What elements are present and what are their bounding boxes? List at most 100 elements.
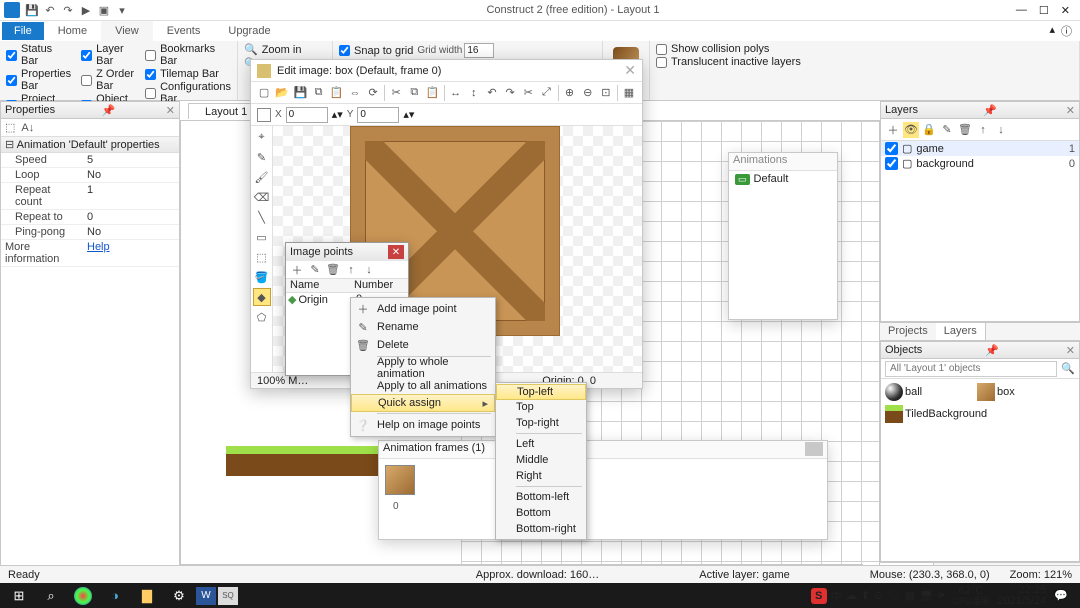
close-button[interactable]: ✕ — [1061, 4, 1070, 17]
flip-v-icon[interactable]: ↕ — [467, 85, 481, 101]
objects-search-input[interactable] — [885, 361, 1057, 377]
tray-ime-icon[interactable]: 中 — [831, 588, 842, 604]
y-input[interactable] — [357, 107, 399, 123]
sub-top-left[interactable]: Top-left — [496, 384, 586, 400]
frames-collapse-icon[interactable] — [805, 442, 823, 456]
panel-close-icon[interactable]: ✕ — [166, 104, 175, 117]
resize-icon[interactable]: ⤢ — [539, 85, 553, 101]
maximize-button[interactable]: ☐ — [1039, 4, 1049, 17]
cut-icon[interactable]: ✂ — [389, 85, 403, 101]
task-app2[interactable]: SQ — [218, 587, 238, 605]
tab-events[interactable]: Events — [153, 21, 215, 41]
sub-bottom[interactable]: Bottom — [496, 505, 586, 521]
ctx-apply-all[interactable]: Apply to all animations — [351, 377, 495, 395]
sub-top-right[interactable]: Top-right — [496, 415, 586, 431]
zoom-out-icon[interactable]: ⊖ — [581, 85, 595, 101]
input-grid-width[interactable] — [464, 43, 494, 58]
layer-lock-icon[interactable]: 🔒 — [921, 122, 937, 138]
layer-rename-icon[interactable]: ✎ — [939, 122, 955, 138]
open-icon[interactable]: 📂 — [275, 85, 289, 101]
zoom-in-icon[interactable]: ⊕ — [562, 85, 576, 101]
polygon-tool-icon[interactable]: ⬠ — [253, 308, 271, 326]
debug-icon[interactable]: ▣ — [96, 2, 112, 18]
minimize-button[interactable]: — — [1016, 4, 1027, 17]
panel-close-icon[interactable]: ✕ — [1066, 344, 1075, 357]
animation-item-default[interactable]: ▭Default — [729, 171, 837, 187]
check-tilemap-bar[interactable]: Tilemap Bar — [145, 68, 231, 80]
task-chrome[interactable] — [74, 587, 92, 605]
run-icon[interactable]: ▶ — [78, 2, 94, 18]
sub-top[interactable]: Top — [496, 399, 586, 415]
panel-pin-icon[interactable]: 📌 — [102, 104, 116, 117]
check-zorder-bar[interactable]: Z Order Bar — [81, 68, 135, 92]
layer-row-background[interactable]: ▢background0 — [881, 156, 1079, 171]
object-box[interactable]: box — [977, 383, 1067, 401]
zoom-fit-icon[interactable]: ⊡ — [599, 85, 613, 101]
fill-tool-icon[interactable]: 🪣 — [253, 268, 271, 286]
save-icon[interactable]: 💾 — [24, 2, 40, 18]
save-icon[interactable]: 💾 — [293, 85, 307, 101]
rot-left-icon[interactable]: ↶ — [485, 85, 499, 101]
sub-middle[interactable]: Middle — [496, 452, 586, 468]
image-points-close-icon[interactable]: ✕ — [388, 245, 404, 259]
layer-row-game[interactable]: ▢game1 — [881, 141, 1079, 156]
panel-pin-icon[interactable]: 📌 — [983, 104, 997, 117]
ip-down-icon[interactable]: ↓ — [362, 263, 376, 277]
prop-row-pingpong[interactable]: Ping-pongNo — [1, 225, 179, 240]
prop-sort-icon[interactable]: ⬚ — [5, 121, 15, 134]
x-spinner[interactable]: ▴▾ — [332, 108, 343, 121]
object-tiledbg[interactable]: TiledBackground — [885, 405, 1045, 423]
prop-row-loop[interactable]: LoopNo — [1, 168, 179, 183]
check-bookmarks-bar[interactable]: Bookmarks Bar — [145, 43, 231, 67]
ip-delete-icon[interactable]: 🗑 — [326, 263, 340, 277]
task-app1[interactable]: ◑ — [100, 585, 130, 607]
tab-layers[interactable]: Layers — [936, 323, 986, 340]
new-icon[interactable]: ▢ — [257, 85, 271, 101]
help-link[interactable]: Help — [83, 240, 179, 266]
check-collision[interactable]: Show collision polys — [656, 43, 1073, 55]
file-menu[interactable]: File — [2, 22, 44, 40]
rot-right-icon[interactable]: ↷ — [503, 85, 517, 101]
system-tray[interactable]: S 中 ☁⬆⊙🗨▦🖥🕪 — [811, 588, 945, 604]
layer-eye-icon[interactable]: 👁 — [903, 122, 919, 138]
copy2-icon[interactable]: ⧉ — [407, 85, 421, 101]
x-input[interactable] — [286, 107, 328, 123]
rotate-icon[interactable]: ⟳ — [366, 85, 380, 101]
search-icon[interactable]: ⌕ — [36, 585, 66, 607]
ctx-help[interactable]: ❔Help on image points — [351, 416, 495, 434]
prop-row-repeat[interactable]: Repeat count1 — [1, 183, 179, 210]
zoom-in-button[interactable]: 🔍Zoom in — [244, 43, 326, 56]
flip-h-icon[interactable]: ↔ — [449, 85, 463, 101]
check-status-bar[interactable]: Status Bar — [6, 43, 71, 67]
paste-icon[interactable]: 📋 — [330, 85, 344, 101]
clock[interactable]: 22:25 2021/5/24 — [997, 585, 1046, 607]
y-spinner[interactable]: ▴▾ — [403, 108, 414, 121]
frame-thumb-0[interactable] — [385, 465, 415, 495]
task-settings[interactable]: ⚙ — [164, 585, 194, 607]
notification-icon[interactable]: 💬 — [1054, 589, 1068, 602]
tab-home[interactable]: Home — [44, 21, 101, 41]
ribbon-help-icon[interactable]: ▴ — [1049, 23, 1055, 39]
sub-left[interactable]: Left — [496, 436, 586, 452]
color-swatch[interactable] — [257, 108, 271, 122]
panel-pin-icon[interactable]: 📌 — [985, 344, 999, 357]
object-ball[interactable]: ball — [885, 383, 975, 401]
sub-bottom-right[interactable]: Bottom-right — [496, 521, 586, 537]
ctx-apply-whole[interactable]: Apply to whole animation — [351, 359, 495, 377]
paste2-icon[interactable]: 📋 — [425, 85, 439, 101]
tray-sogou-icon[interactable]: S — [811, 588, 827, 604]
origin-tool-icon[interactable]: ◆ — [253, 288, 271, 306]
grid-icon[interactable]: ▦ — [622, 85, 636, 101]
ip-add-icon[interactable]: ＋ — [290, 263, 304, 277]
tab-upgrade[interactable]: Upgrade — [214, 21, 284, 41]
layer-up-icon[interactable]: ↑ — [975, 122, 991, 138]
check-layer-bar[interactable]: Layer Bar — [81, 43, 135, 67]
layer-delete-icon[interactable]: 🗑 — [957, 122, 973, 138]
prop-row-speed[interactable]: Speed5 — [1, 153, 179, 168]
prop-az-icon[interactable]: A↓ — [21, 122, 34, 134]
sub-right[interactable]: Right — [496, 468, 586, 484]
ip-up-icon[interactable]: ↑ — [344, 263, 358, 277]
qat-dropdown-icon[interactable]: ▾ — [114, 2, 130, 18]
tab-view[interactable]: View — [101, 21, 153, 41]
search-icon[interactable]: 🔍 — [1061, 362, 1075, 375]
